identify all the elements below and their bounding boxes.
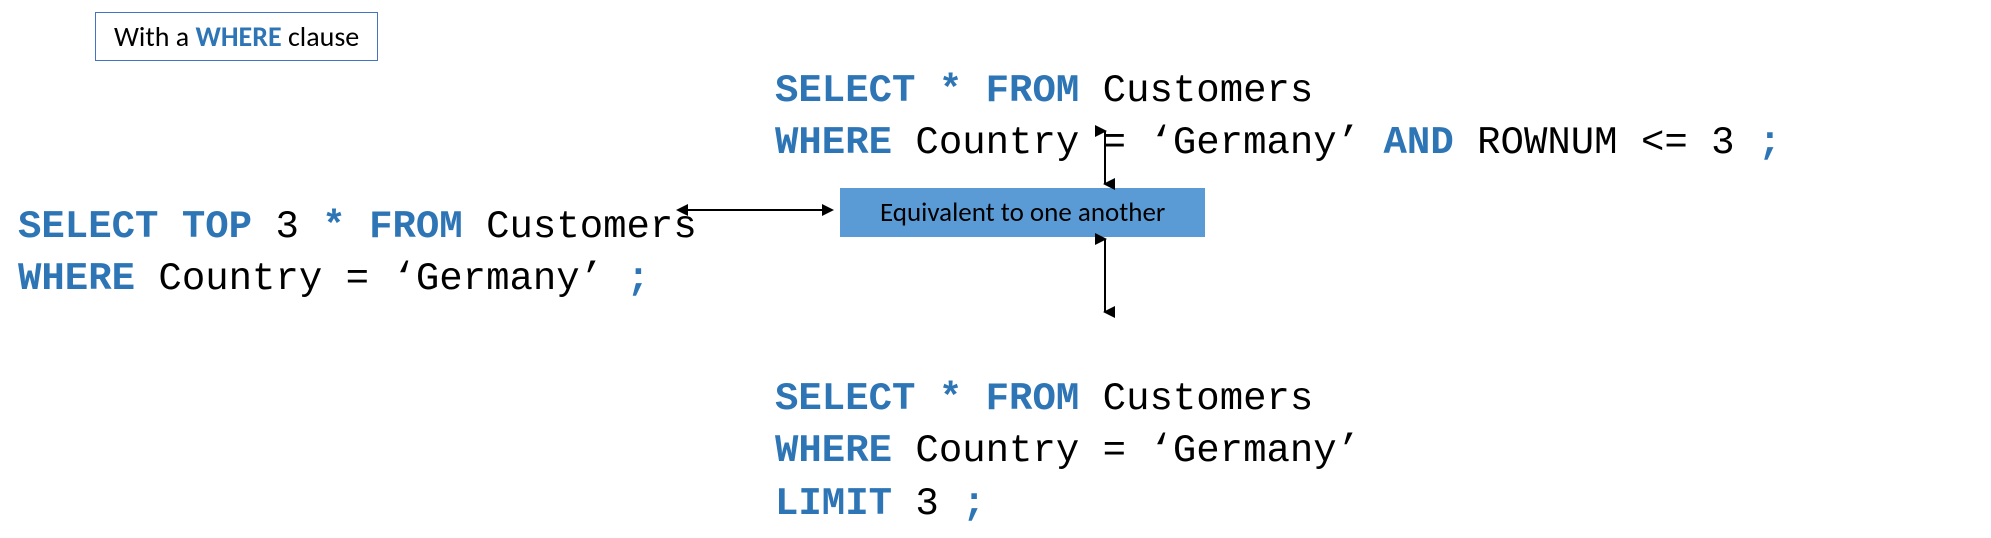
kw-select-star3: SELECT * — [775, 377, 962, 421]
code-left: SELECT TOP 3 * FROM Customers WHERE Coun… — [18, 148, 697, 306]
kw-where3: WHERE — [775, 429, 892, 473]
kw-select-star: SELECT * — [775, 69, 962, 113]
txt-country2: Country = ‘Germany’ — [892, 121, 1383, 165]
kw-semi2: ; — [1758, 121, 1781, 165]
txt-country3: Country = ‘Germany’ — [892, 429, 1360, 473]
txt-customers2: Customers — [1079, 69, 1313, 113]
header-keyword: WHERE — [196, 19, 282, 54]
arrow-bottom-icon — [1095, 233, 1115, 318]
arrow-left-icon — [670, 200, 840, 220]
kw-where2: WHERE — [775, 121, 892, 165]
txt-rownum: ROWNUM <= 3 — [1454, 121, 1758, 165]
kw-where: WHERE — [18, 257, 135, 301]
header-prefix: With a — [114, 19, 196, 54]
kw-limit: LIMIT — [775, 482, 892, 526]
txt-country: Country = ‘Germany’ — [135, 257, 626, 301]
txt-customers: Customers — [463, 205, 697, 249]
code-bottom: SELECT * FROM Customers WHERE Country = … — [775, 320, 1360, 531]
equivalent-box: Equivalent to one another — [840, 188, 1205, 237]
txt-customers3: Customers — [1079, 377, 1313, 421]
kw-select-top: SELECT TOP — [18, 205, 252, 249]
kw-and: AND — [1384, 121, 1454, 165]
kw-semi3: ; — [962, 482, 985, 526]
txt-3b: 3 — [892, 482, 962, 526]
txt-sp3 — [962, 377, 985, 421]
kw-star: * — [322, 205, 345, 249]
kw-from: FROM — [369, 205, 463, 249]
equiv-label: Equivalent to one another — [880, 196, 1165, 229]
kw-from2: FROM — [986, 69, 1080, 113]
header-suffix: clause — [282, 19, 360, 54]
txt-sp — [346, 205, 369, 249]
header-box: With a WHERE clause — [95, 12, 378, 61]
kw-from3: FROM — [986, 377, 1080, 421]
arrow-top-icon — [1095, 125, 1115, 190]
code-top: SELECT * FROM Customers WHERE Country = … — [775, 12, 1781, 170]
txt-sp2 — [962, 69, 985, 113]
txt-3: 3 — [252, 205, 322, 249]
kw-semi: ; — [627, 257, 650, 301]
